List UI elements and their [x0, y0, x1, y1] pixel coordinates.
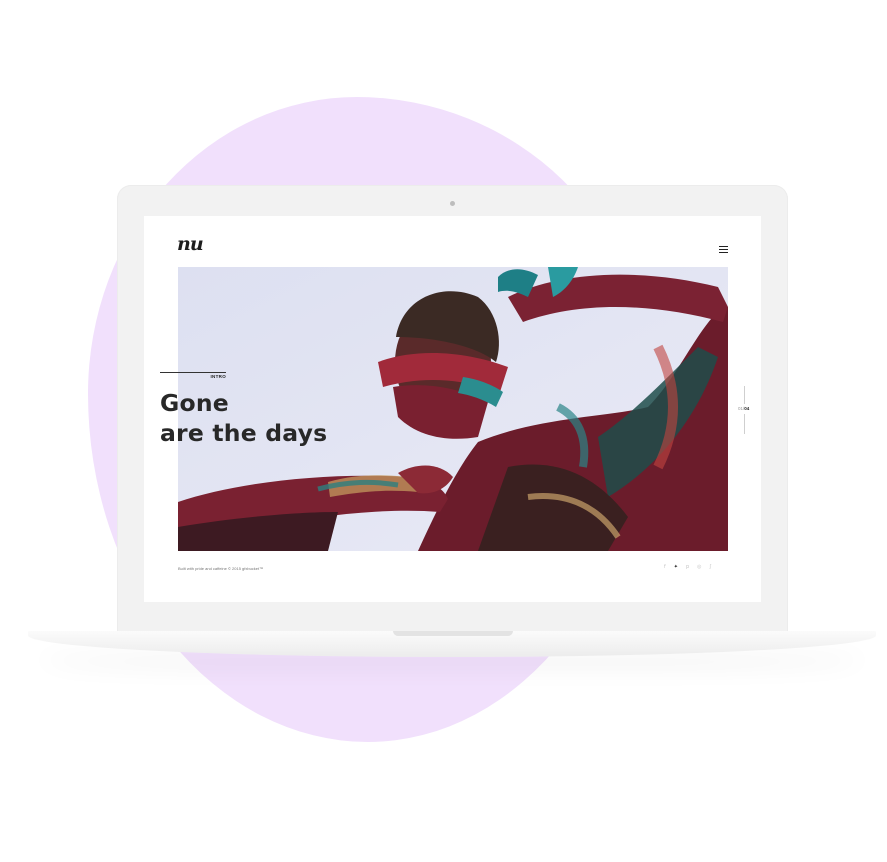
pager-total: 04 [744, 406, 750, 411]
instagram-icon[interactable]: ◎ [697, 565, 701, 570]
hamburger-menu-icon[interactable] [719, 246, 728, 253]
site-logo[interactable]: nu [177, 235, 204, 254]
pager-line-bottom [744, 414, 745, 434]
mockup-stage: nu INTRO Gone are the days 01/04 Built w… [0, 0, 887, 862]
laptop-lid: nu INTRO Gone are the days 01/04 Built w… [117, 185, 788, 637]
intro-divider [160, 372, 226, 373]
hero-headline: Gone are the days [160, 388, 327, 448]
laptop-screen: nu INTRO Gone are the days 01/04 Built w… [144, 216, 761, 602]
headline-line-1: Gone [160, 389, 229, 417]
headline-line-2: are the days [160, 419, 328, 447]
social-links: f ✦ p ◎ ʃ [664, 565, 711, 570]
pager-current: 01 [738, 406, 744, 411]
laptop-base [28, 631, 876, 657]
rss-icon[interactable]: ʃ [710, 565, 712, 570]
pager-line-top [744, 386, 745, 404]
pinterest-icon[interactable]: p [686, 565, 689, 570]
facebook-icon[interactable]: f [664, 565, 666, 570]
slide-pager[interactable]: 01/04 [737, 386, 757, 434]
twitter-icon[interactable]: ✦ [674, 565, 678, 570]
camera-dot [450, 201, 455, 206]
section-label: INTRO [210, 374, 226, 379]
laptop-notch [393, 631, 513, 636]
footer-credit: Built with pride and caffeine © 2015 gfx… [178, 566, 264, 571]
pager-counter: 01/04 [738, 406, 750, 411]
